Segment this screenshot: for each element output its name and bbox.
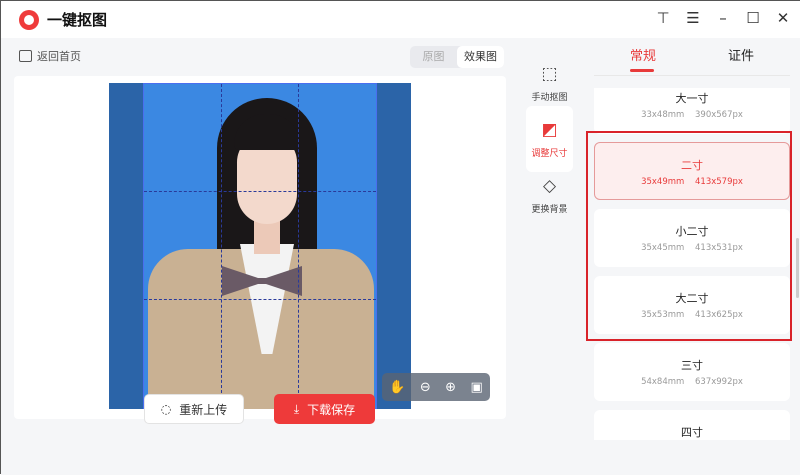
tool-label: 更换背景 bbox=[531, 202, 567, 215]
resize-icon: ◩ bbox=[541, 120, 557, 140]
size-panel: 常规 证件 大一寸 33x48mm 390x567px 二寸 35x49mm 413… bbox=[582, 38, 800, 475]
tab-id[interactable]: 证件 bbox=[692, 38, 790, 75]
paint-bucket-icon: ◇ bbox=[543, 176, 556, 196]
size-mm: 35x53mm bbox=[641, 310, 684, 320]
size-mm: 35x45mm bbox=[641, 243, 684, 253]
back-home-link[interactable]: 返回首页 bbox=[19, 48, 81, 64]
menu-icon[interactable]: ☰ bbox=[685, 9, 701, 27]
size-card[interactable]: 大二寸 35x53mm 413x625px bbox=[594, 276, 790, 334]
tool-label: 手动抠图 bbox=[531, 90, 567, 103]
close-button[interactable]: ✕ bbox=[775, 9, 791, 27]
size-name: 三寸 bbox=[594, 357, 790, 373]
size-px: 413x579px bbox=[695, 177, 743, 187]
size-card[interactable]: 小二寸 35x45mm 413x531px bbox=[594, 209, 790, 267]
zoom-out-icon[interactable]: ⊖ bbox=[420, 380, 431, 395]
size-name: 二寸 bbox=[595, 157, 789, 173]
tab-regular[interactable]: 常规 bbox=[594, 38, 692, 75]
crop-frame[interactable] bbox=[143, 83, 377, 409]
download-button[interactable]: ⤓ 下载保存 bbox=[274, 394, 375, 424]
tab-result[interactable]: 效果图 bbox=[457, 46, 504, 68]
size-mm: 35x49mm bbox=[641, 177, 684, 187]
reupload-label: 重新上传 bbox=[179, 401, 227, 418]
preview-pane: 返回首页 原图 效果图 ✋ ⊖ ⊕ ▣ bbox=[1, 38, 517, 475]
size-name: 大二寸 bbox=[594, 290, 790, 306]
home-icon bbox=[19, 50, 32, 62]
actual-size-icon[interactable]: ▣ bbox=[470, 380, 482, 395]
size-name: 四寸 bbox=[594, 424, 790, 440]
size-card[interactable]: 大一寸 33x48mm 390x567px bbox=[594, 88, 790, 134]
size-px: 390x567px bbox=[695, 110, 743, 120]
hand-icon[interactable]: ✋ bbox=[389, 380, 405, 395]
portrait-photo bbox=[109, 83, 411, 409]
size-name: 大一寸 bbox=[594, 90, 790, 106]
size-card[interactable]: 三寸 54x84mm 637x992px bbox=[594, 343, 790, 401]
tab-original[interactable]: 原图 bbox=[410, 46, 457, 68]
size-px: 413x531px bbox=[695, 243, 743, 253]
app-title: 一键抠图 bbox=[47, 9, 107, 30]
tool-label: 调整尺寸 bbox=[531, 146, 567, 159]
view-toggle: 原图 效果图 bbox=[410, 46, 504, 68]
download-label: 下载保存 bbox=[307, 401, 355, 418]
scrollbar[interactable] bbox=[796, 238, 799, 298]
size-px: 637x992px bbox=[695, 377, 743, 387]
size-card[interactable]: 四寸 bbox=[594, 410, 790, 440]
size-name: 小二寸 bbox=[594, 223, 790, 239]
size-card-selected[interactable]: 二寸 35x49mm 413x579px bbox=[594, 142, 790, 200]
lasso-cursor-icon: ⬚ bbox=[541, 64, 557, 84]
zoom-toolbar: ✋ ⊖ ⊕ ▣ bbox=[382, 373, 490, 401]
pin-icon[interactable]: ⊤ bbox=[655, 9, 671, 27]
canvas: ✋ ⊖ ⊕ ▣ bbox=[14, 76, 506, 419]
download-icon: ⤓ bbox=[294, 402, 299, 417]
zoom-in-icon[interactable]: ⊕ bbox=[445, 380, 456, 395]
size-px: 413x625px bbox=[695, 310, 743, 320]
tool-change-background[interactable]: ◇ 更换背景 bbox=[526, 162, 573, 228]
reupload-button[interactable]: ◌ 重新上传 bbox=[144, 394, 244, 424]
maximize-button[interactable]: ☐ bbox=[745, 9, 761, 27]
tool-column: ⬚ 手动抠图 ◩ 调整尺寸 ◇ 更换背景 bbox=[517, 38, 582, 475]
size-mm: 54x84mm bbox=[641, 377, 684, 387]
size-mm: 33x48mm bbox=[641, 110, 684, 120]
back-home-label: 返回首页 bbox=[37, 48, 81, 64]
app-logo-icon bbox=[19, 10, 39, 30]
minimize-button[interactable]: – bbox=[715, 9, 731, 27]
title-bar: 一键抠图 ⊤ ☰ – ☐ ✕ bbox=[1, 1, 800, 38]
refresh-icon: ◌ bbox=[161, 402, 171, 416]
size-list: 大一寸 33x48mm 390x567px 二寸 35x49mm 413x579px… bbox=[582, 88, 800, 440]
